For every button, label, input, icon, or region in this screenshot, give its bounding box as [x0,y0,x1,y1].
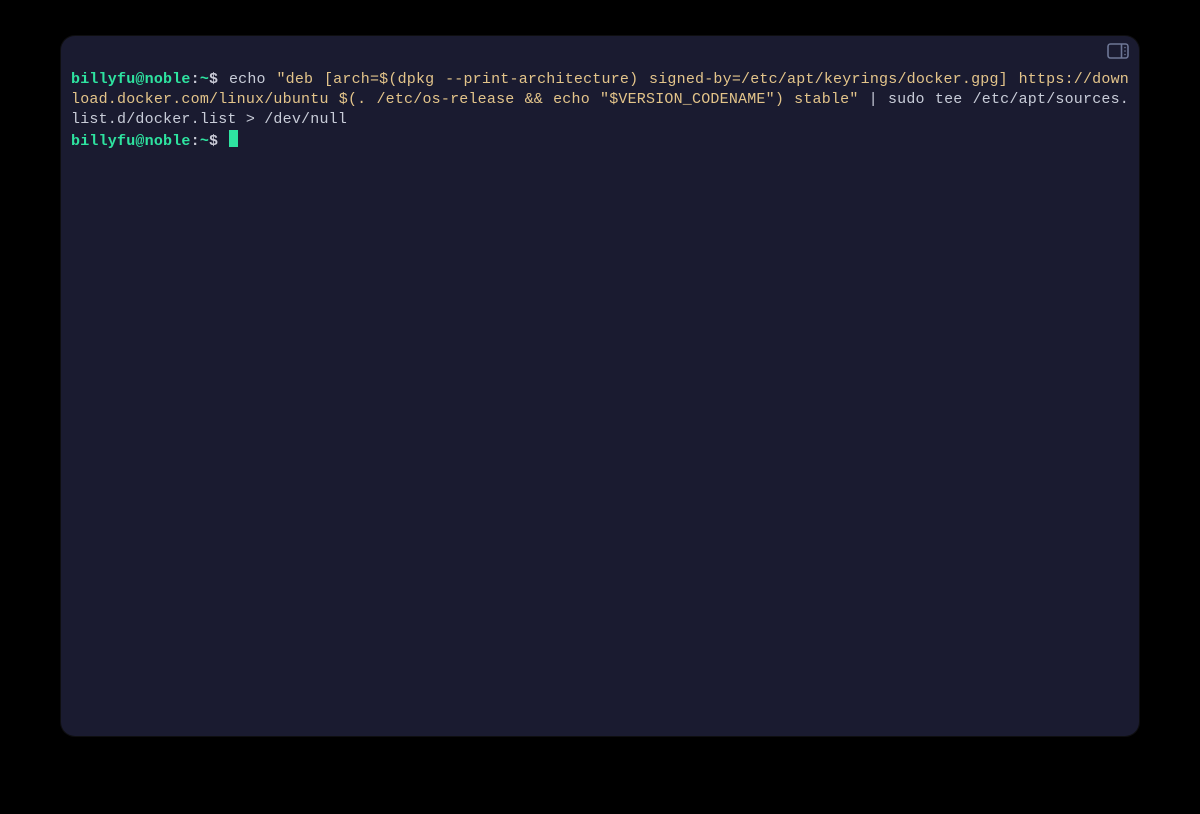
command-line-2: billyfu@noble:~$ [71,130,1129,152]
cursor-block [229,130,238,147]
command-line-1: billyfu@noble:~$ echo "deb [arch=$(dpkg … [71,70,1129,130]
titlebar [61,36,1139,66]
prompt-symbol: $ [209,71,218,88]
prompt-symbol: $ [209,133,218,150]
terminal-output[interactable]: billyfu@noble:~$ echo "deb [arch=$(dpkg … [61,66,1139,182]
prompt-separator: : [191,133,200,150]
prompt-path: ~ [200,133,209,150]
terminal-window[interactable]: billyfu@noble:~$ echo "deb [arch=$(dpkg … [61,36,1139,736]
prompt-separator: : [191,71,200,88]
command-prefix: echo [229,71,277,88]
prompt-user-host: billyfu@noble [71,71,191,88]
split-panel-icon[interactable] [1107,43,1129,59]
prompt-path: ~ [200,71,209,88]
prompt-user-host: billyfu@noble [71,133,191,150]
